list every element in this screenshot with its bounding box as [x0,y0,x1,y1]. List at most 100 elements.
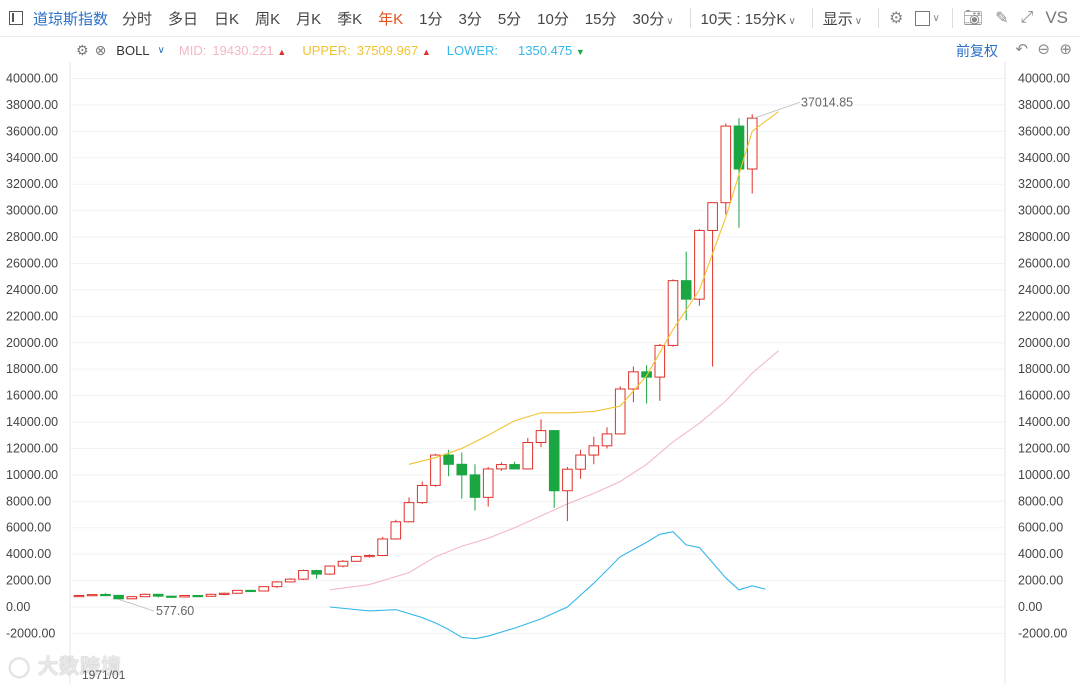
fullscreen-icon[interactable]: ⤢ [1021,9,1034,27]
candle-body-up [86,594,98,597]
range-label: 10天 : 15分K [700,10,787,28]
compare-vs-button[interactable]: VS [1045,8,1068,28]
tab-30min[interactable]: 30分 ∨ [633,8,674,29]
candle-body-up [284,578,296,583]
tab-yearly-k[interactable]: 年K [378,8,403,29]
tab-3min[interactable]: 3分 [458,8,481,29]
y-tick-label-right: 4000.00 [1018,547,1063,561]
candle-body-up [588,445,600,456]
tab-multi-day[interactable]: 多日 [168,8,198,29]
toolbar: 道琼斯指数 分时 多日 日K 周K 月K 季K 年K 1分 3分 5分 10分 … [0,0,1080,37]
y-tick-label-right: 40000.00 [1018,72,1070,86]
indicator-bar: ⚙ ⊗ BOLL ∨ MID: 19430.221 ▲ UPPER: 37509… [0,38,1080,62]
tab-weekly-k[interactable]: 周K [255,8,280,29]
y-tick-label-right: 22000.00 [1018,309,1070,323]
candle-body-down [166,595,177,598]
y-tick-label-left: 40000.00 [6,72,58,86]
tab-quarterly-k[interactable]: 季K [337,8,362,29]
candle-body-up [403,502,415,523]
indicator-close-icon[interactable]: ⊗ [95,42,107,59]
divider [811,8,813,28]
sidebar-toggle-icon[interactable] [9,11,23,25]
candle-body-up [720,125,732,204]
mid-value-text: 19430.221 [212,42,274,58]
y-tick-label-right: 36000.00 [1018,124,1070,138]
y-tick-label-right: 12000.00 [1018,441,1070,455]
index-title[interactable]: 道琼斯指数 [33,8,108,29]
candle-body-up [562,468,573,492]
tab-1min[interactable]: 1分 [419,8,442,29]
candle-body-up [364,554,375,558]
undo-icon[interactable]: ↶ [1015,40,1028,58]
layout-square-icon[interactable]: ∨ [915,10,940,26]
candle-body-up [522,442,534,470]
indicator-settings-icon[interactable]: ⚙ [76,42,89,59]
candle-body-down [469,474,481,498]
max-price-label: 37014.85 [801,95,853,109]
lower-value: 1350.475 ▼ [518,43,585,58]
y-tick-label-right: 8000.00 [1018,494,1063,508]
candle-body-down [456,463,468,476]
candle-body-up [416,484,428,504]
zoom-out-icon[interactable]: ⊖ [1037,40,1050,58]
y-tick-label-left: 12000.00 [6,441,58,455]
y-tick-label-right: 16000.00 [1018,389,1070,403]
candle-body-up [390,521,402,540]
tab-intraday[interactable]: 分时 [122,8,152,29]
candle-body-up [377,538,388,556]
y-tick-label-left: 2000.00 [6,574,51,588]
candle-body-up [654,344,666,378]
zoom-in-icon[interactable]: ⊕ [1059,40,1072,58]
price-adjust-button[interactable]: 前复权 [956,41,998,61]
y-tick-label-left: 22000.00 [6,309,58,323]
candle-body-up [430,454,441,486]
y-tick-label-left: 24000.00 [6,283,58,297]
candle-body-down [152,593,164,597]
up-arrow-icon: ▲ [421,46,431,57]
y-tick-label-right: 6000.00 [1018,521,1063,535]
candle-body-up [126,596,138,600]
candle-body-up [535,430,547,444]
tab-daily-k[interactable]: 日K [214,8,239,29]
tab-monthly-k[interactable]: 月K [296,8,321,29]
x-axis-start-label: 1971/01 [82,668,126,682]
y-tick-label-left: 34000.00 [6,151,58,165]
y-tick-label-left: 18000.00 [6,362,58,376]
y-tick-label-left: 16000.00 [6,389,58,403]
display-menu[interactable]: 显示 ∨ [823,8,862,29]
indicator-name[interactable]: BOLL [116,43,149,58]
settings-gear-icon[interactable]: ⚙ [889,8,903,28]
y-tick-label-left: 26000.00 [6,256,58,270]
y-tick-label-right: 18000.00 [1018,362,1070,376]
upper-label: UPPER: [302,42,351,58]
candle-body-up [258,586,270,592]
display-label: 显示 [822,10,853,28]
candle-body-up [575,454,586,470]
candle-body-up [707,202,718,231]
candle-body-up [350,555,362,562]
chevron-down-icon: ∨ [788,15,796,27]
y-tick-label-left: 4000.00 [6,547,51,561]
range-select[interactable]: 10天 : 15分K ∨ [701,8,796,29]
camera-icon[interactable]: 📷︎ [963,8,983,28]
candlestick-chart[interactable]: 40000.00 40000.00 38000.00 38000.00 36000.00… [0,62,1080,684]
candle-body-up [324,565,336,575]
candle-body-down [548,430,560,492]
tab-10min[interactable]: 10分 [537,8,569,29]
y-tick-label-right: 32000.00 [1018,177,1070,191]
y-tick-label-left: 38000.00 [6,98,58,112]
candle-body-up [205,593,217,597]
tab-15min[interactable]: 15分 [585,8,617,29]
pencil-icon[interactable]: ✎ [995,8,1008,28]
candle-body-up [298,570,309,580]
mid-label: MID: [178,42,207,58]
down-arrow-icon: ▼ [575,46,585,57]
y-tick-label-left: 14000.00 [6,415,58,429]
chevron-down-icon[interactable]: ∨ [158,45,165,56]
y-tick-label-left: 32000.00 [6,177,58,191]
candle-body-up [179,595,190,598]
tab-5min[interactable]: 5分 [498,8,521,29]
y-tick-label-right: 0.00 [1018,600,1042,614]
y-tick-label-left: 0.00 [6,600,30,614]
candle-body-up [218,592,230,595]
